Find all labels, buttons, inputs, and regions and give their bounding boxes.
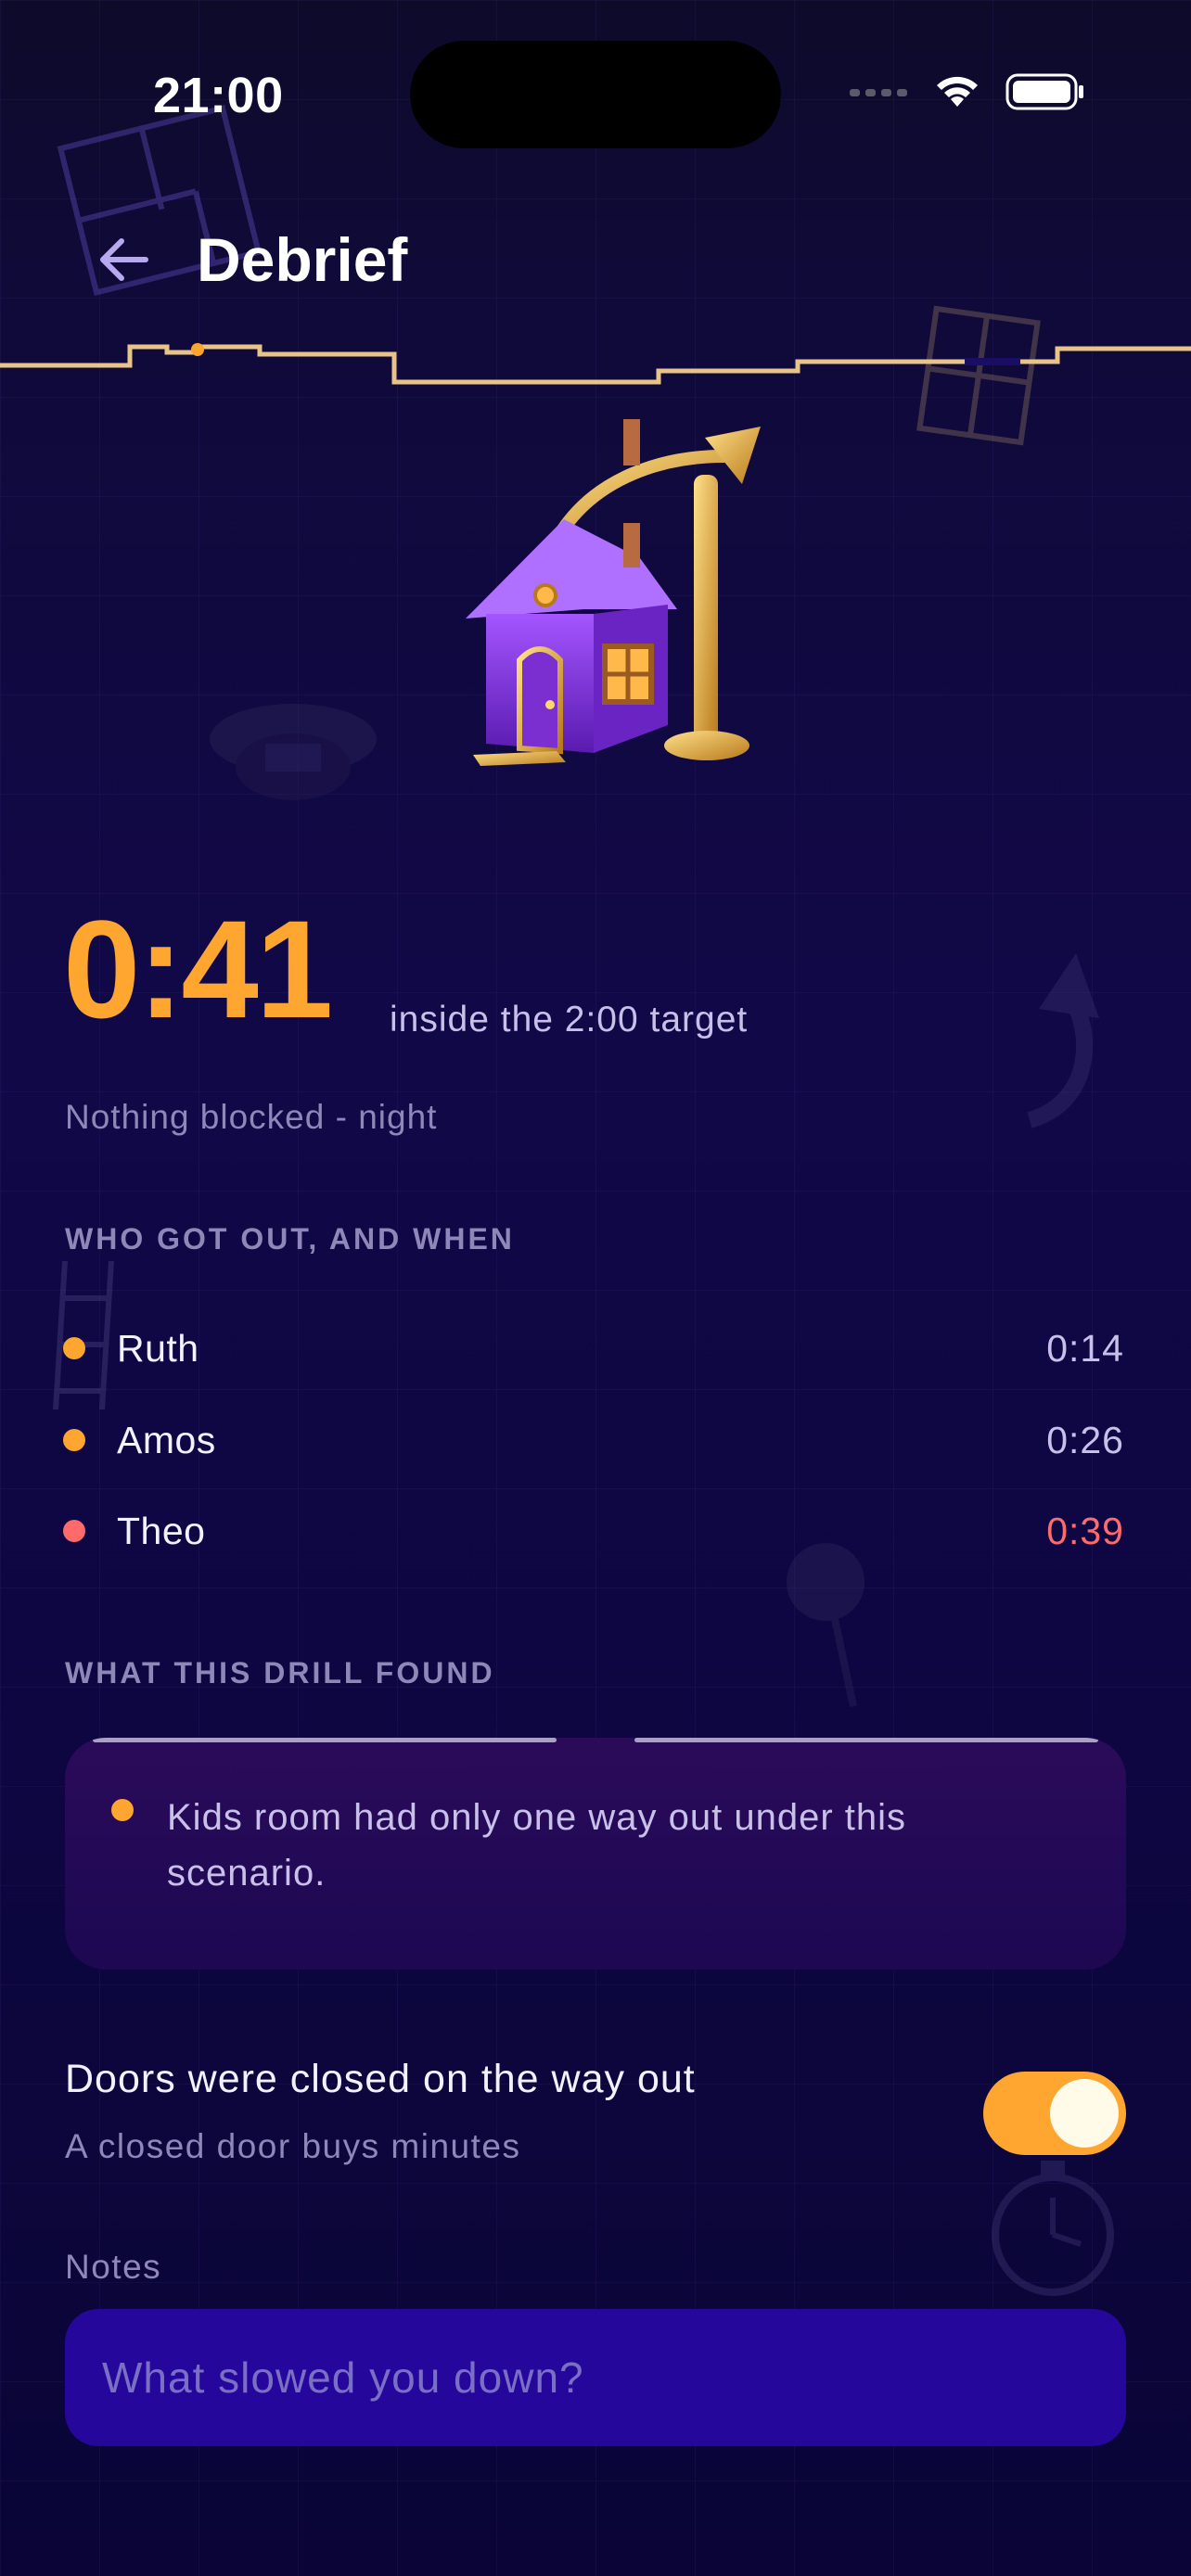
list-item: Amos 0:26: [63, 1412, 1124, 1468]
target-comparison: inside the 2:00 target: [390, 1000, 749, 1039]
escape-time: 0:41: [63, 891, 333, 1047]
list-item: Theo 0:39: [63, 1503, 1124, 1559]
dynamic-island: [410, 41, 781, 148]
escape-route-line: [0, 343, 1191, 385]
status-dot: [63, 1337, 85, 1359]
doors-closed-hint: A closed door buys minutes: [65, 2127, 521, 2165]
curved-arrow-sketch-icon: [1027, 953, 1099, 1129]
list-item: Ruth 0:14: [63, 1320, 1124, 1376]
person-name: Amos: [117, 1418, 216, 1461]
notes-label: Notes: [65, 2248, 162, 2286]
person-name: Theo: [117, 1509, 206, 1552]
doors-closed-label: Doors were closed on the way out: [65, 2057, 696, 2101]
signal-icon: [850, 89, 907, 96]
page-title: Debrief: [197, 225, 408, 294]
back-button[interactable]: [85, 223, 160, 297]
stopwatch-sketch-icon: [992, 2161, 1114, 2296]
battery-icon: [1005, 73, 1083, 110]
section-label-findings: WHAT THIS DRILL FOUND: [65, 1656, 495, 1690]
arrow-left-icon: [100, 238, 148, 281]
doors-closed-toggle[interactable]: [983, 2072, 1126, 2155]
house-exit-illustration: [466, 419, 761, 766]
finding-text: Kids room had only one way out under thi…: [167, 1797, 906, 1894]
finding-card: Kids room had only one way out under thi…: [65, 1738, 1126, 1970]
section-label-who-got-out: WHO GOT OUT, AND WHEN: [65, 1222, 515, 1256]
person-name: Ruth: [117, 1326, 199, 1370]
finding-bullet-dot: [111, 1799, 134, 1821]
person-time: 0:39: [1046, 1509, 1124, 1552]
status-dot: [63, 1520, 85, 1542]
status-bar-icons: [850, 72, 1085, 111]
person-time: 0:14: [1046, 1326, 1124, 1370]
scenario-label: Nothing blocked - night: [65, 1098, 438, 1136]
smoke-detector-sketch-icon: [210, 704, 377, 800]
wifi-icon: [937, 76, 978, 107]
status-dot: [63, 1429, 85, 1451]
person-time: 0:26: [1046, 1418, 1124, 1461]
toggle-knob: [1050, 2079, 1119, 2148]
notes-input[interactable]: [65, 2309, 1126, 2446]
status-bar-time: 21:00: [153, 68, 284, 123]
